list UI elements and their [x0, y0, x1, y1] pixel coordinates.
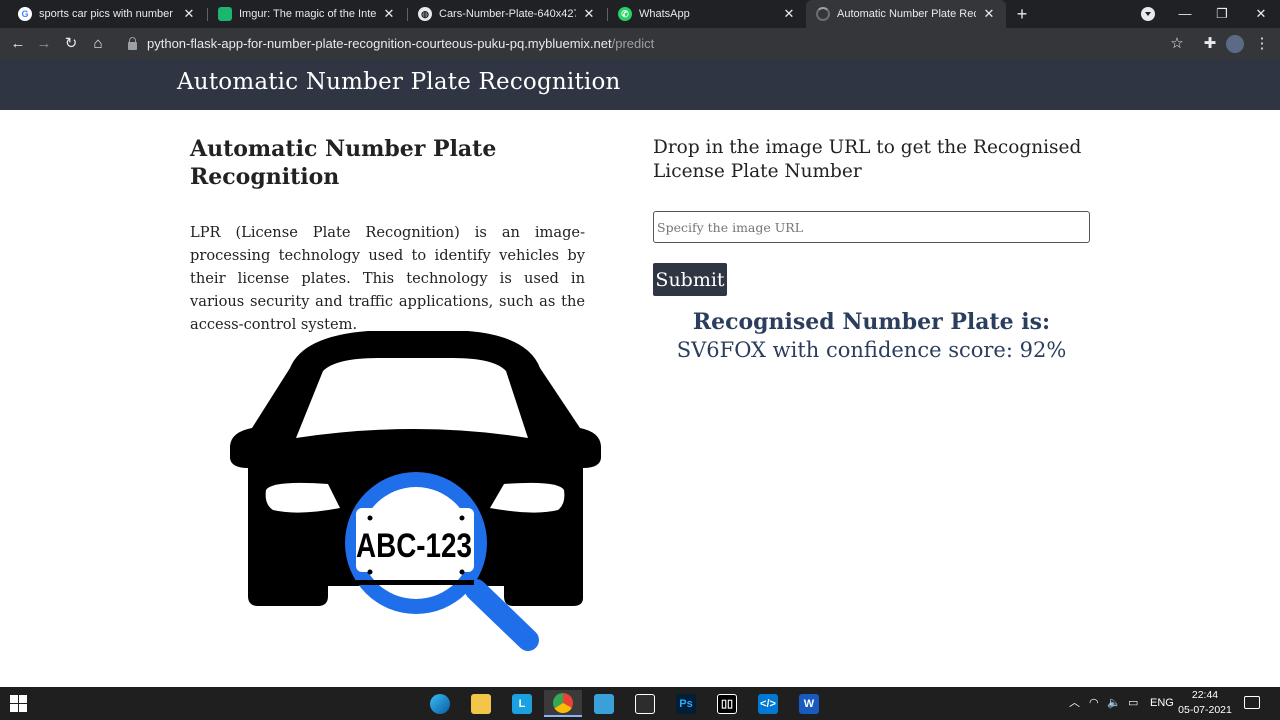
whatsapp-icon: ✆ — [618, 7, 632, 21]
file-explorer-icon — [471, 693, 491, 714]
profile-avatar[interactable] — [1226, 35, 1244, 53]
lock-icon — [128, 36, 137, 50]
extensions-puzzle-icon[interactable]: ✚ — [1198, 32, 1222, 56]
tab-title: Cars-Number-Plate-640x427.jpg — [439, 8, 576, 20]
instruction-text: Drop in the image URL to get the Recogni… — [653, 137, 1082, 182]
taskbar-vscode[interactable]: </> — [749, 690, 787, 717]
menu-dots-icon[interactable]: ⋮ — [1250, 32, 1274, 56]
info-title: Automatic Number Plate Recognition — [190, 136, 497, 190]
taskbar-word[interactable]: W — [790, 690, 828, 717]
result-value: SV6FOX with confidence score: 92% — [676, 338, 1067, 362]
home-icon[interactable]: ⌂ — [86, 32, 110, 56]
submit-button[interactable]: Submit — [653, 263, 727, 296]
taskbar-photoshop[interactable]: Ps — [667, 690, 705, 717]
taskbar-dolby[interactable]: ▯▯ — [708, 690, 746, 717]
close-icon[interactable]: ✕ — [782, 6, 796, 22]
minimize-button[interactable]: — — [1166, 0, 1204, 28]
store-icon — [635, 693, 655, 714]
photos-icon — [594, 693, 614, 714]
windows-taskbar: L Ps ▯▯ </> W ︿ ◠ 🔈 ▭ ENG 22:44 05-07-20… — [0, 687, 1280, 720]
close-icon[interactable]: ✕ — [382, 6, 396, 22]
tab-search-icon[interactable] — [1141, 7, 1155, 21]
word-icon: W — [799, 693, 819, 714]
reload-icon[interactable]: ↻ — [59, 32, 83, 56]
language-indicator[interactable]: ENG — [1150, 687, 1174, 720]
brand-title[interactable]: Automatic Number Plate Recognition — [177, 69, 621, 95]
forward-arrow-icon[interactable]: → — [32, 32, 56, 56]
url-host: python-flask-app-for-number-plate-recogn… — [147, 36, 612, 51]
globe-icon: ◍ — [418, 7, 432, 21]
tab-number-plate-app[interactable]: Automatic Number Plate Recogniti ✕ — [806, 0, 1006, 28]
notification-icon[interactable] — [1244, 696, 1260, 709]
taskbar-store[interactable] — [626, 690, 664, 717]
tab-title: sports car pics with number plate — [39, 8, 176, 20]
tab-title: Imgur: The magic of the Internet — [239, 8, 376, 20]
back-arrow-icon[interactable]: ← — [6, 32, 30, 56]
clock-time: 22:44 — [1191, 689, 1219, 701]
edge-icon — [430, 693, 450, 714]
car-plate-illustration: ABC-123 — [230, 331, 601, 651]
wifi-icon[interactable]: ◠ — [1089, 687, 1099, 720]
taskbar-edge[interactable] — [421, 690, 459, 717]
google-icon: G — [18, 7, 32, 21]
tray-chevron-up-icon[interactable]: ︿ — [1069, 687, 1080, 720]
taskbar-photos[interactable] — [585, 690, 623, 717]
info-section: Automatic Number Plate Recognition LPR (… — [190, 135, 585, 336]
tab-title: Automatic Number Plate Recogniti — [837, 8, 976, 20]
browser-tab-strip: G sports car pics with number plate ✕ Im… — [0, 0, 1280, 28]
taskbar-l-app[interactable]: L — [503, 690, 541, 717]
result-panel: Recognised Number Plate is: SV6FOX with … — [653, 308, 1090, 365]
tab-whatsapp[interactable]: ✆ WhatsApp ✕ — [608, 0, 806, 28]
tab-imgur[interactable]: Imgur: The magic of the Internet ✕ — [208, 0, 406, 28]
tab-title: WhatsApp — [639, 8, 690, 20]
new-tab-button[interactable]: + — [1012, 4, 1032, 24]
prediction-form: Drop in the image URL to get the Recogni… — [653, 136, 1090, 362]
bookmark-star-icon[interactable]: ☆ — [1165, 32, 1189, 56]
image-url-input[interactable] — [653, 211, 1090, 243]
address-bar[interactable]: python-flask-app-for-number-plate-recogn… — [114, 31, 1190, 56]
chrome-icon — [553, 692, 573, 713]
close-icon[interactable]: ✕ — [982, 6, 996, 22]
windows-start-icon[interactable] — [10, 695, 27, 712]
tab-image[interactable]: ◍ Cars-Number-Plate-640x427.jpg ✕ — [408, 0, 606, 28]
vscode-icon: </> — [758, 693, 778, 714]
close-icon[interactable]: ✕ — [182, 6, 196, 22]
plate-text: ABC-123 — [356, 527, 472, 565]
result-heading: Recognised Number Plate is: — [692, 309, 1051, 335]
browser-toolbar: ← → ↻ ⌂ python-flask-app-for-number-plat… — [0, 28, 1280, 59]
info-description: LPR (License Plate Recognition) is an im… — [190, 224, 585, 333]
volume-icon[interactable]: 🔈 — [1107, 687, 1121, 720]
tab-google-search[interactable]: G sports car pics with number plate ✕ — [8, 0, 206, 28]
navbar: Automatic Number Plate Recognition — [0, 59, 1280, 110]
url-path: /predict — [611, 36, 655, 51]
imgur-icon — [218, 7, 232, 21]
taskbar-chrome[interactable] — [544, 690, 582, 717]
l-app-icon: L — [512, 693, 532, 714]
battery-icon[interactable]: ▭ — [1128, 687, 1138, 720]
close-icon[interactable]: ✕ — [582, 6, 596, 22]
dolby-icon: ▯▯ — [717, 693, 737, 714]
clock-date: 05-07-2021 — [1178, 704, 1232, 716]
maximize-button[interactable]: ❐ — [1203, 0, 1241, 28]
loading-icon — [816, 7, 830, 21]
close-window-button[interactable]: ✕ — [1242, 0, 1280, 28]
taskbar-file-explorer[interactable] — [462, 690, 500, 717]
photoshop-icon: Ps — [676, 693, 696, 714]
system-clock[interactable]: 22:44 05-07-2021 — [1175, 688, 1235, 718]
